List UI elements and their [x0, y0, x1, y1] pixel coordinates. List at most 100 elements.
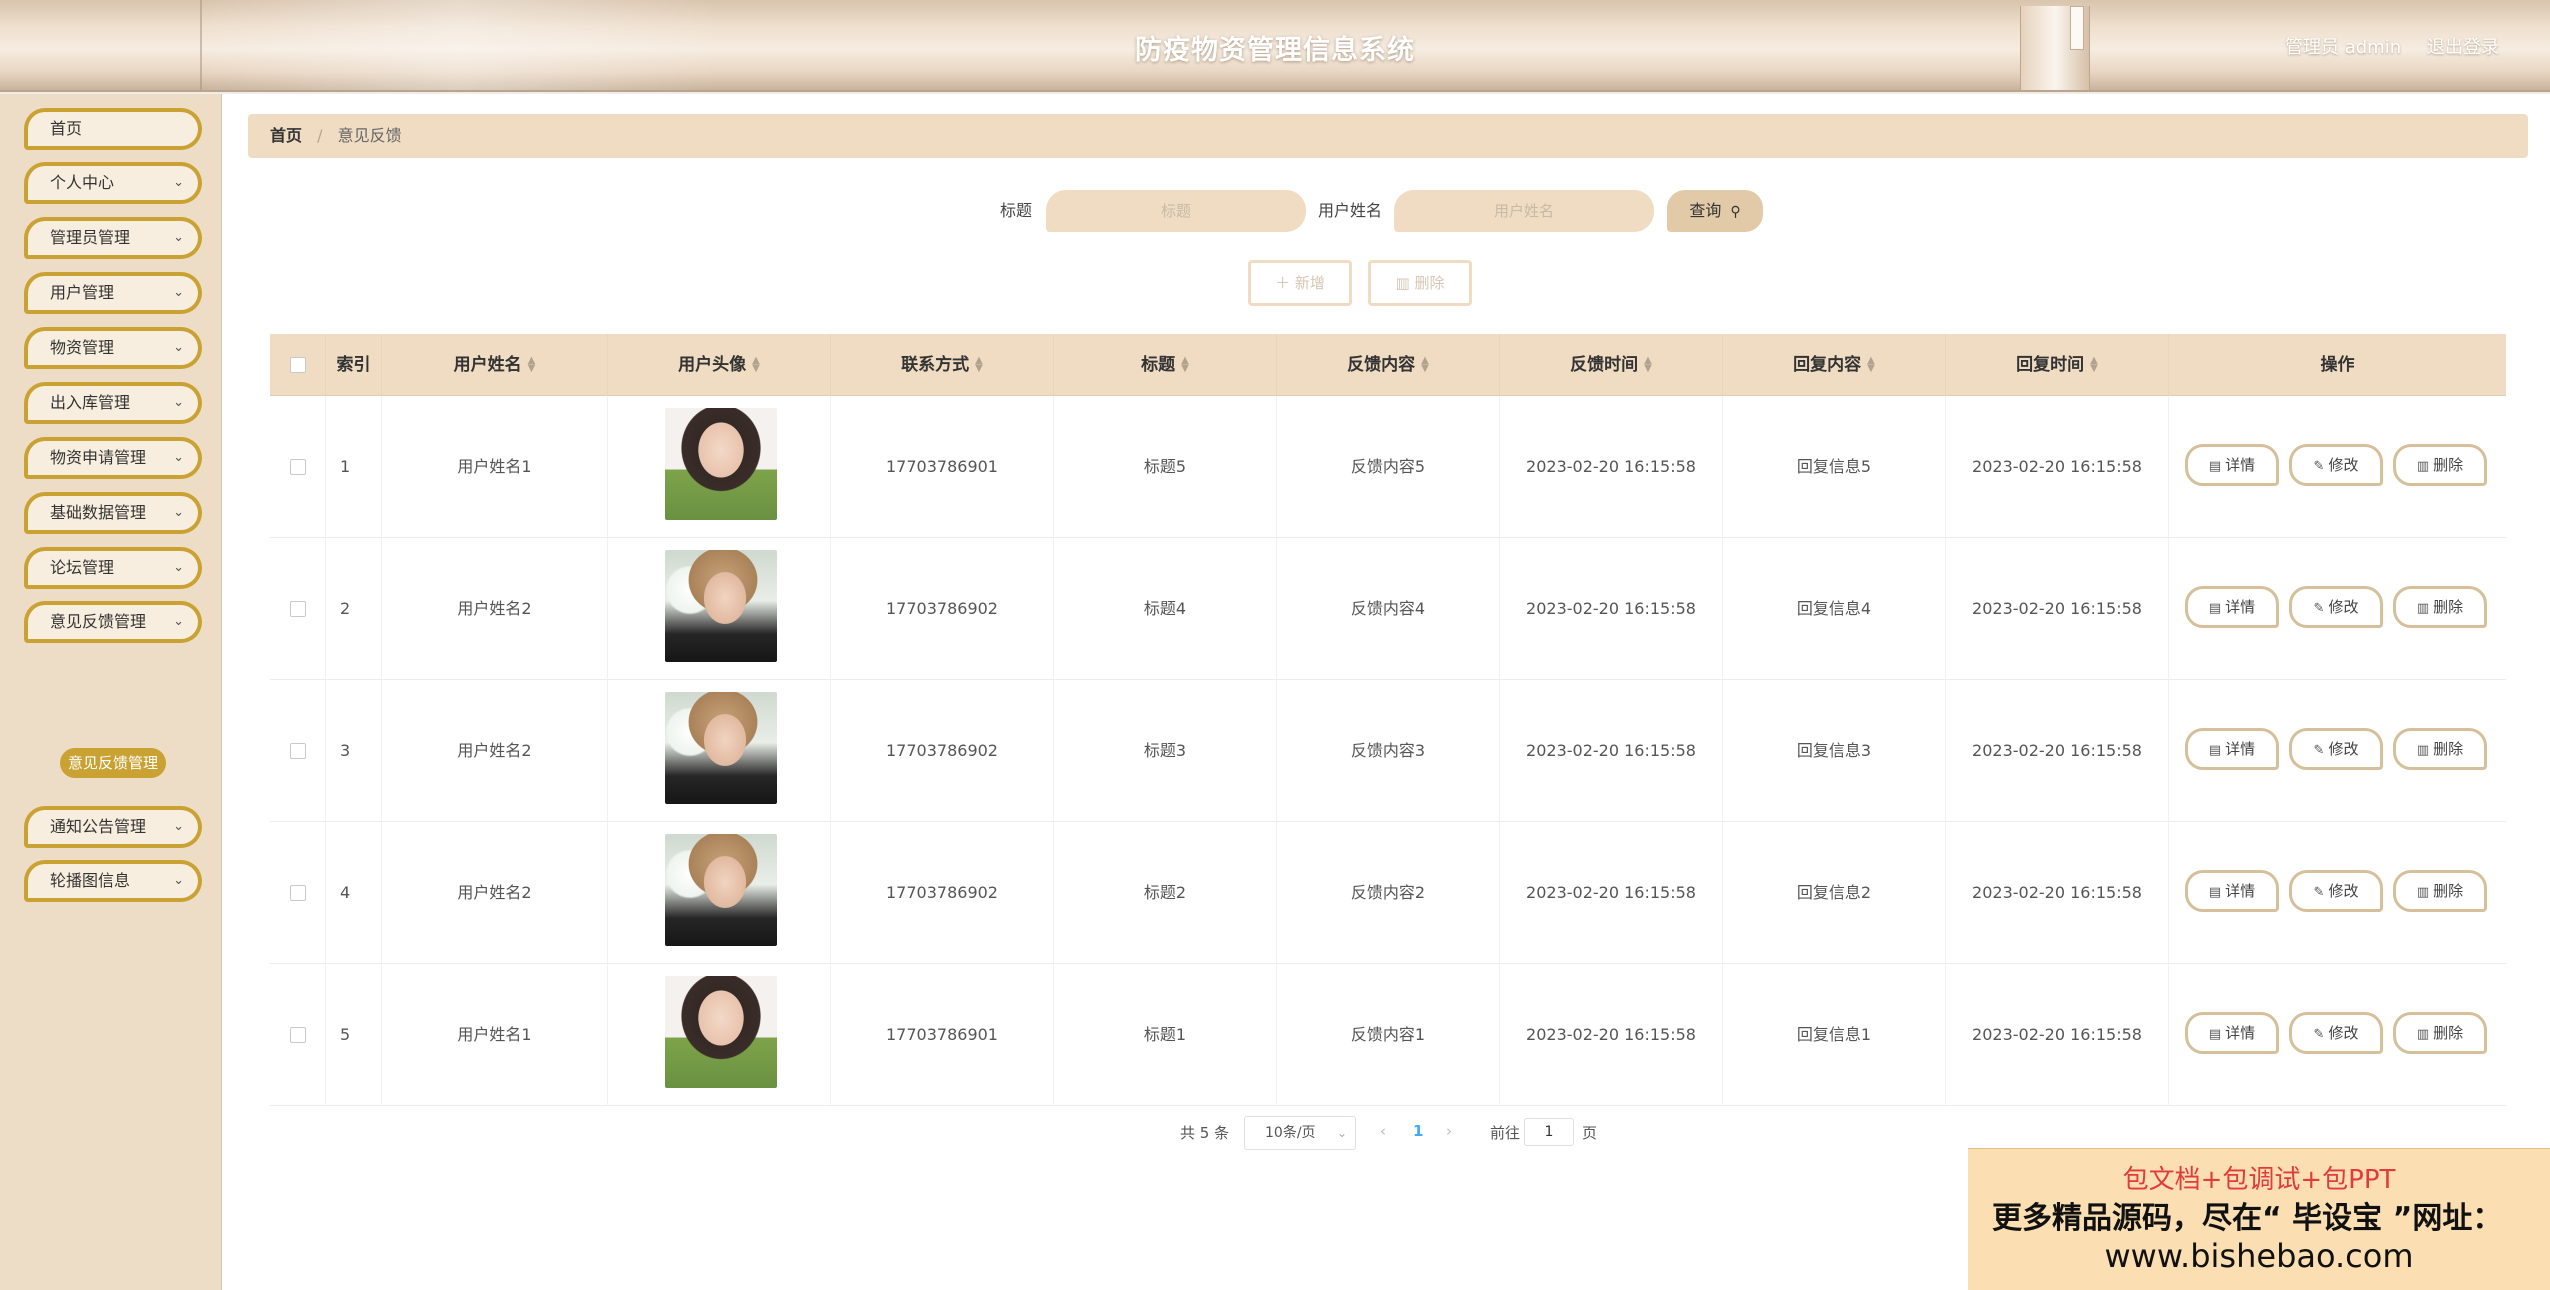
sidebar-item-supplies[interactable]: 物资管理 ⌄ — [24, 327, 202, 369]
row-user-name: 用户姓名2 — [382, 538, 608, 680]
edit-button-label: 修改 — [2328, 740, 2359, 758]
next-page-icon[interactable]: › — [1446, 1122, 1452, 1140]
row-content: 反馈内容2 — [1277, 822, 1500, 964]
column-header-name[interactable]: 用户姓名 ▲ ▼ — [382, 334, 608, 396]
sort-icon[interactable]: ▲ ▼ — [2090, 356, 2098, 374]
column-header-index: 索引 — [326, 334, 382, 396]
edit-button[interactable]: ✎ 修改 — [2289, 870, 2383, 912]
row-index: 1 — [326, 396, 382, 538]
query-button[interactable]: 查询 ⚲ — [1667, 190, 1763, 232]
sidebar-item-admin[interactable]: 管理员管理 ⌄ — [24, 217, 202, 259]
row-title: 标题1 — [1054, 964, 1277, 1106]
row-checkbox[interactable] — [290, 459, 306, 475]
row-checkbox[interactable] — [290, 885, 306, 901]
row-index: 5 — [326, 964, 382, 1106]
delete-button[interactable]: ▥ 删除 — [2393, 586, 2487, 628]
sort-icon[interactable]: ▲ ▼ — [1867, 356, 1875, 374]
sort-icon[interactable]: ▲ ▼ — [975, 356, 983, 374]
name-search-input[interactable] — [1394, 190, 1654, 232]
edit-button[interactable]: ✎ 修改 — [2289, 444, 2383, 486]
column-header-avatar[interactable]: 用户头像 ▲ ▼ — [608, 334, 831, 396]
detail-button[interactable]: ▤ 详情 — [2185, 586, 2279, 628]
select-all-checkbox[interactable] — [290, 357, 306, 373]
detail-button[interactable]: ▤ 详情 — [2185, 1012, 2279, 1054]
row-reply: 回复信息5 — [1723, 396, 1946, 538]
sidebar-item-forum[interactable]: 论坛管理 ⌄ — [24, 547, 202, 589]
detail-button[interactable]: ▤ 详情 — [2185, 728, 2279, 770]
feedback-table: 索引 用户姓名 ▲ ▼ 用户头像 ▲ ▼ 联系方式 ▲ ▼ 标题 ▲ ▼ 反馈内容 ▲ ▼ 反馈时间… — [270, 334, 2506, 1106]
sidebar-item-personal-center[interactable]: 个人中心 ⌄ — [24, 162, 202, 204]
row-content: 反馈内容4 — [1277, 538, 1500, 680]
sidebar-subitem-feedback[interactable]: 意见反馈管理 — [60, 748, 166, 778]
row-select-cell — [270, 396, 326, 538]
plus-icon: ＋ — [1275, 274, 1291, 292]
sidebar-item-carousel[interactable]: 轮播图信息 ⌄ — [24, 860, 202, 902]
detail-button-label: 详情 — [2225, 598, 2256, 616]
breadcrumb-separator: / — [317, 126, 323, 145]
row-index: 2 — [326, 538, 382, 680]
delete-button[interactable]: ▥ 删除 — [2393, 728, 2487, 770]
column-header-time[interactable]: 反馈时间 ▲ ▼ — [1500, 334, 1723, 396]
pagination: 共 5 条 10条/页 ⌄ ‹ 1 › 前往 页 — [222, 1116, 2550, 1150]
prev-page-icon[interactable]: ‹ — [1380, 1122, 1386, 1140]
row-phone: 17703786901 — [831, 396, 1054, 538]
sidebar-menu: 首页 个人中心 ⌄ 管理员管理 ⌄ 用户管理 ⌄ 物资管理 ⌄ 出入库管理 ⌄ … — [0, 94, 222, 1290]
add-button-label: 新增 — [1294, 274, 1325, 292]
delete-button[interactable]: ▥ 删除 — [2393, 1012, 2487, 1054]
page-number-current[interactable]: 1 — [1413, 1122, 1423, 1140]
edit-button[interactable]: ✎ 修改 — [2289, 728, 2383, 770]
title-search-label: 标题 — [1000, 201, 1033, 220]
edit-button[interactable]: ✎ 修改 — [2289, 586, 2383, 628]
trash-icon: ▥ — [2416, 601, 2430, 616]
select-all-cell — [270, 334, 326, 396]
sort-icon[interactable]: ▲ ▼ — [752, 356, 760, 374]
column-header-reply-time[interactable]: 回复时间 ▲ ▼ — [1946, 334, 2169, 396]
sidebar-item-label: 出入库管理 — [50, 393, 131, 412]
row-time: 2023-02-20 16:15:58 — [1500, 964, 1723, 1106]
column-header-reply[interactable]: 回复内容 ▲ ▼ — [1723, 334, 1946, 396]
sidebar-item-users[interactable]: 用户管理 ⌄ — [24, 272, 202, 314]
row-reply-time: 2023-02-20 16:15:58 — [1946, 680, 2169, 822]
title-search-input[interactable] — [1046, 190, 1306, 232]
row-checkbox[interactable] — [290, 743, 306, 759]
header-decoration-right-inner — [2070, 6, 2084, 50]
column-header-title[interactable]: 标题 ▲ ▼ — [1054, 334, 1277, 396]
goto-page-input[interactable] — [1524, 1118, 1574, 1146]
row-checkbox[interactable] — [290, 601, 306, 617]
sidebar-item-base-data[interactable]: 基础数据管理 ⌄ — [24, 492, 202, 534]
delete-button[interactable]: ▥ 删除 — [2393, 444, 2487, 486]
breadcrumb-home[interactable]: 首页 — [270, 126, 302, 145]
delete-button[interactable]: ▥ 删除 — [2393, 870, 2487, 912]
add-button[interactable]: ＋ 新增 — [1248, 260, 1352, 306]
row-reply: 回复信息3 — [1723, 680, 1946, 822]
document-icon: ▤ — [2208, 601, 2222, 616]
detail-button[interactable]: ▤ 详情 — [2185, 444, 2279, 486]
sidebar-item-home[interactable]: 首页 — [24, 108, 202, 150]
sidebar-item-feedback[interactable]: 意见反馈管理 ⌄ — [24, 601, 202, 643]
sidebar-item-inventory[interactable]: 出入库管理 ⌄ — [24, 382, 202, 424]
sort-icon[interactable]: ▲ ▼ — [1181, 356, 1189, 374]
sort-icon[interactable]: ▲ ▼ — [1421, 356, 1429, 374]
column-header-phone[interactable]: 联系方式 ▲ ▼ — [831, 334, 1054, 396]
column-header-content[interactable]: 反馈内容 ▲ ▼ — [1277, 334, 1500, 396]
sidebar-item-supply-requests[interactable]: 物资申请管理 ⌄ — [24, 437, 202, 479]
detail-button[interactable]: ▤ 详情 — [2185, 870, 2279, 912]
sort-icon[interactable]: ▲ ▼ — [1644, 356, 1652, 374]
trash-icon: ▥ — [2416, 885, 2430, 900]
row-checkbox[interactable] — [290, 1027, 306, 1043]
logout-link[interactable]: 退出登录 — [2427, 33, 2499, 59]
table-row: 2 用户姓名2 17703786902 标题4 反馈内容4 2023-02-20… — [270, 538, 2506, 680]
user-avatar-image — [665, 550, 777, 662]
row-phone: 17703786901 — [831, 964, 1054, 1106]
row-reply-time: 2023-02-20 16:15:58 — [1946, 396, 2169, 538]
sidebar-item-notices[interactable]: 通知公告管理 ⌄ — [24, 806, 202, 848]
chevron-down-icon: ⌄ — [173, 560, 184, 575]
row-content: 反馈内容3 — [1277, 680, 1500, 822]
column-header-label: 反馈内容 — [1347, 355, 1416, 375]
pencil-icon: ✎ — [2313, 459, 2325, 474]
batch-delete-button[interactable]: ▥ 删除 — [1368, 260, 1472, 306]
edit-button[interactable]: ✎ 修改 — [2289, 1012, 2383, 1054]
edit-button-label: 修改 — [2328, 598, 2359, 616]
sort-icon[interactable]: ▲ ▼ — [528, 356, 536, 374]
page-size-select[interactable]: 10条/页 ⌄ — [1244, 1116, 1356, 1150]
